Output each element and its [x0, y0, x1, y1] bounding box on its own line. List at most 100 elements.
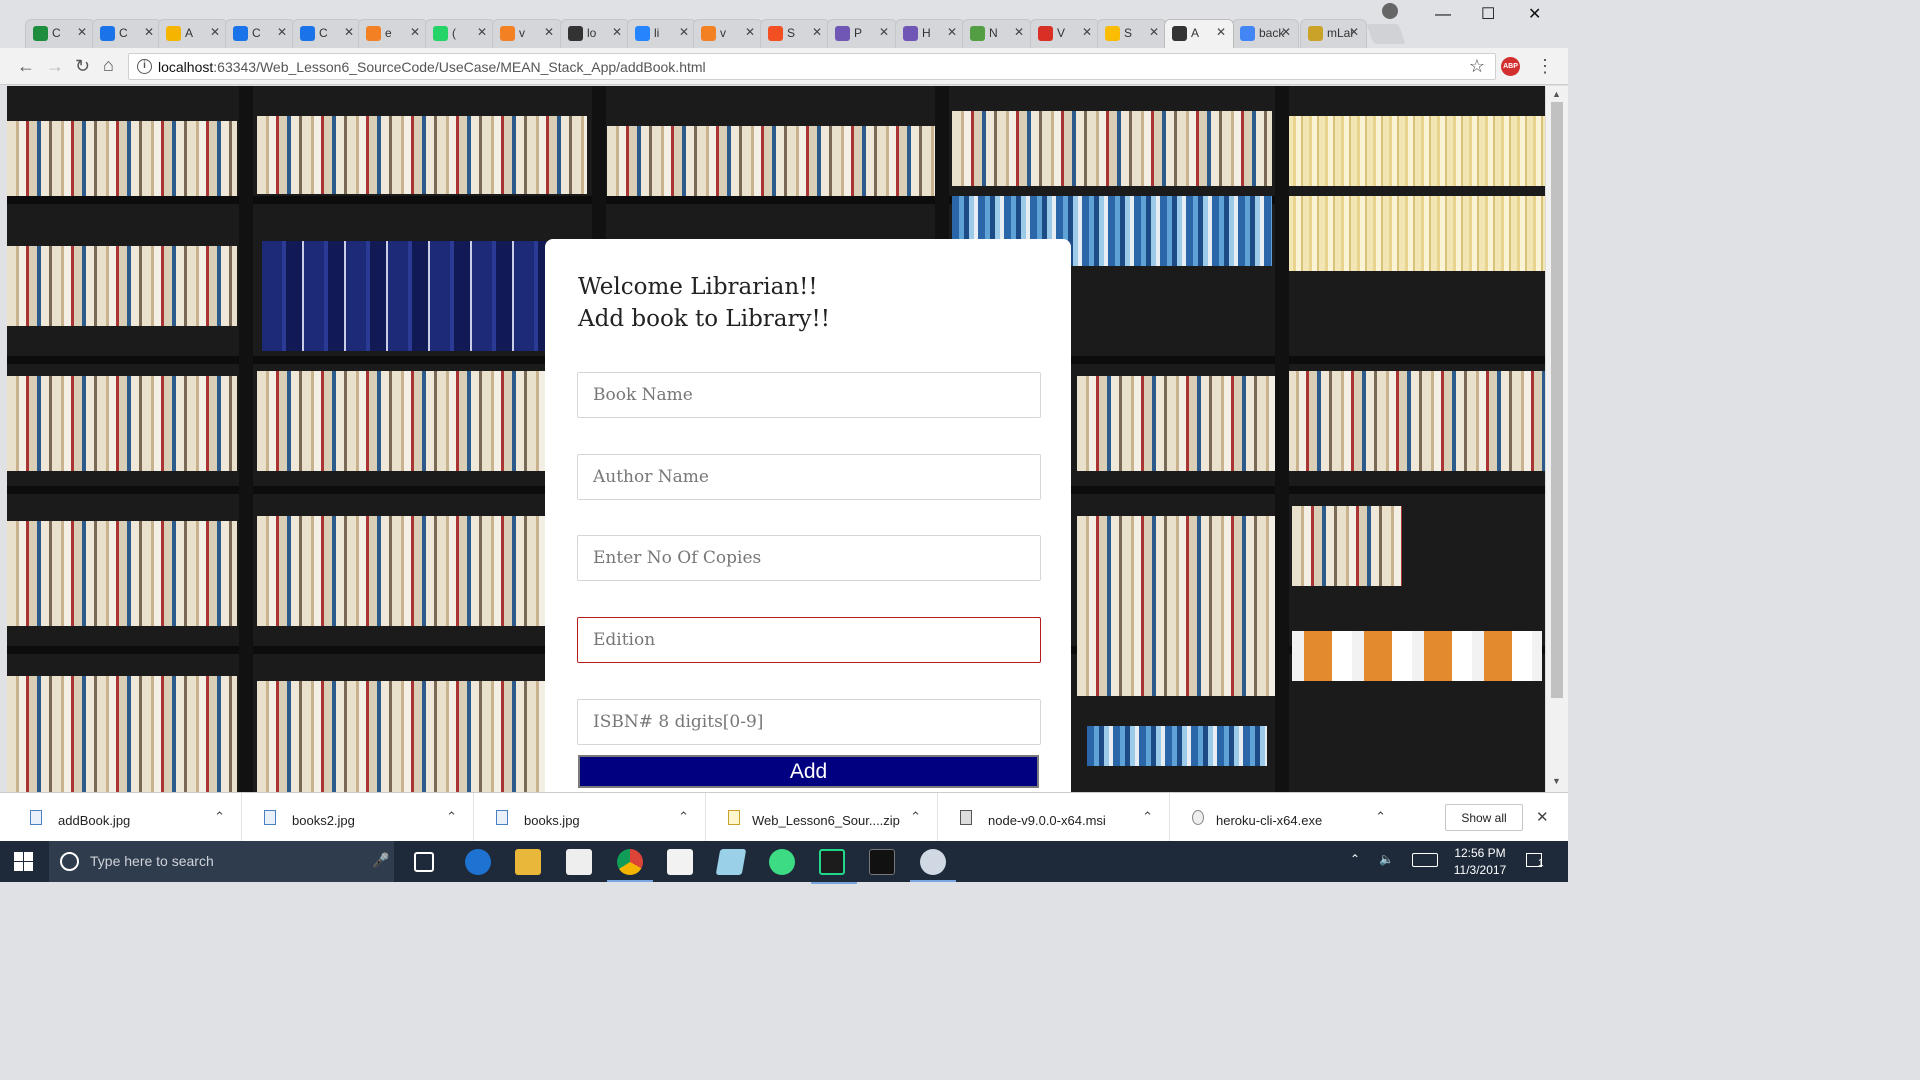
- maximize-icon[interactable]: ☐: [1481, 4, 1495, 24]
- close-tab-icon[interactable]: ✕: [812, 25, 822, 39]
- address-bar[interactable]: i localhost:63343/Web_Lesson6_SourceCode…: [128, 53, 1496, 80]
- close-tab-icon[interactable]: ✕: [544, 25, 554, 39]
- home-icon[interactable]: ⌂: [103, 55, 114, 76]
- browser-tab[interactable]: S ✕: [1097, 19, 1167, 48]
- chevron-up-icon[interactable]: ⌃: [1375, 809, 1386, 825]
- tab-title: V: [1057, 26, 1066, 40]
- minimize-icon[interactable]: —: [1435, 6, 1451, 24]
- tab-title: A: [1191, 26, 1200, 40]
- webstorm-icon[interactable]: [811, 849, 857, 884]
- browser-tab[interactable]: e ✕: [358, 19, 428, 48]
- paint-icon[interactable]: [910, 849, 956, 882]
- command-prompt-icon[interactable]: [869, 849, 895, 875]
- add-button[interactable]: Add: [578, 755, 1039, 788]
- download-item[interactable]: books2.jpg ⌃: [242, 793, 474, 842]
- download-item[interactable]: addBook.jpg ⌃: [8, 793, 242, 842]
- download-item[interactable]: books.jpg ⌃: [474, 793, 706, 842]
- close-tab-icon[interactable]: ✕: [1216, 25, 1226, 39]
- chevron-up-icon[interactable]: ⌃: [1142, 809, 1153, 825]
- close-tab-icon[interactable]: ✕: [210, 25, 220, 39]
- chevron-up-icon[interactable]: ⌃: [446, 809, 457, 825]
- chevron-up-icon[interactable]: ⌃: [214, 809, 225, 825]
- browser-tab[interactable]: C ✕: [25, 19, 95, 48]
- windows-start-icon[interactable]: [14, 852, 34, 872]
- close-tab-icon[interactable]: ✕: [144, 25, 154, 39]
- bookmark-star-icon[interactable]: ☆: [1469, 56, 1485, 77]
- close-tab-icon[interactable]: ✕: [1349, 25, 1359, 39]
- close-tab-icon[interactable]: ✕: [477, 25, 487, 39]
- page-scrollbar[interactable]: ▲ ▼: [1545, 86, 1568, 792]
- browser-tab[interactable]: back ✕: [1232, 19, 1299, 48]
- notes-app-icon[interactable]: [715, 849, 747, 875]
- site-info-icon[interactable]: i: [137, 59, 152, 74]
- android-studio-icon[interactable]: [769, 849, 795, 875]
- book-name-input[interactable]: [577, 372, 1041, 418]
- download-item[interactable]: heroku-cli-x64.exe ⌃: [1170, 793, 1402, 842]
- chevron-up-icon[interactable]: ⌃: [910, 809, 921, 825]
- close-download-shelf-icon[interactable]: ✕: [1536, 808, 1549, 826]
- download-item[interactable]: Web_Lesson6_Sour....zip ⌃: [706, 793, 938, 842]
- task-view-icon[interactable]: [414, 852, 434, 872]
- close-tab-icon[interactable]: ✕: [410, 25, 420, 39]
- browser-tab[interactable]: C ✕: [292, 19, 362, 48]
- close-tab-icon[interactable]: ✕: [344, 25, 354, 39]
- close-tab-icon[interactable]: ✕: [1149, 25, 1159, 39]
- download-item[interactable]: node-v9.0.0-x64.msi ⌃: [938, 793, 1170, 842]
- adblock-extension-icon[interactable]: ABP: [1501, 57, 1520, 76]
- browser-tab[interactable]: C ✕: [225, 19, 295, 48]
- browser-tab[interactable]: mLal ✕: [1300, 19, 1367, 48]
- close-tab-icon[interactable]: ✕: [947, 25, 957, 39]
- browser-tab[interactable]: H ✕: [895, 19, 965, 48]
- close-tab-icon[interactable]: ✕: [1281, 25, 1291, 39]
- volume-icon[interactable]: 🔈: [1379, 852, 1394, 866]
- browser-tab[interactable]: (✕: [425, 19, 495, 48]
- file-explorer-icon[interactable]: [515, 849, 541, 875]
- url-text[interactable]: localhost:63343/Web_Lesson6_SourceCode/U…: [158, 59, 706, 75]
- browser-tab[interactable]: P ✕: [827, 19, 897, 48]
- notifications-icon[interactable]: 1: [1526, 853, 1544, 869]
- close-tab-icon[interactable]: ✕: [679, 25, 689, 39]
- chrome-icon[interactable]: [607, 849, 653, 882]
- copies-input[interactable]: [577, 535, 1041, 581]
- store-icon[interactable]: [566, 849, 592, 875]
- reload-icon[interactable]: ↻: [75, 56, 90, 77]
- chevron-up-icon[interactable]: ⌃: [678, 809, 689, 825]
- browser-tab[interactable]: C ✕: [92, 19, 162, 48]
- keyboard-icon[interactable]: [1412, 853, 1438, 867]
- browser-tab[interactable]: A ✕: [1164, 19, 1234, 48]
- browser-tab[interactable]: S ✕: [760, 19, 830, 48]
- close-window-icon[interactable]: ✕: [1528, 4, 1541, 24]
- author-name-input[interactable]: [577, 454, 1041, 500]
- browser-tab[interactable]: N ✕: [962, 19, 1032, 48]
- forward-icon[interactable]: →: [46, 56, 64, 77]
- browser-tab[interactable]: v ✕: [492, 19, 562, 48]
- microphone-icon[interactable]: 🎤: [372, 852, 389, 869]
- taskbar-search-box[interactable]: Type here to search 🎤: [49, 841, 394, 882]
- edition-input[interactable]: [577, 617, 1041, 663]
- edge-browser-icon[interactable]: [465, 849, 491, 875]
- close-tab-icon[interactable]: ✕: [612, 25, 622, 39]
- new-tab-button[interactable]: [1366, 24, 1406, 44]
- chevron-up-icon[interactable]: ⌃: [1350, 852, 1360, 866]
- browser-tab[interactable]: lo ✕: [560, 19, 630, 48]
- close-tab-icon[interactable]: ✕: [77, 25, 87, 39]
- isbn-input[interactable]: [577, 699, 1041, 745]
- close-tab-icon[interactable]: ✕: [879, 25, 889, 39]
- browser-tab[interactable]: v ✕: [693, 19, 763, 48]
- browser-menu-icon[interactable]: ⋮: [1536, 56, 1554, 77]
- browser-tab[interactable]: V ✕: [1030, 19, 1100, 48]
- close-tab-icon[interactable]: ✕: [1082, 25, 1092, 39]
- browser-tab[interactable]: li ✕: [627, 19, 697, 48]
- close-tab-icon[interactable]: ✕: [277, 25, 287, 39]
- profile-icon[interactable]: [1382, 3, 1398, 19]
- close-tab-icon[interactable]: ✕: [745, 25, 755, 39]
- browser-tab[interactable]: A ✕: [158, 19, 228, 48]
- close-tab-icon[interactable]: ✕: [1014, 25, 1024, 39]
- back-icon[interactable]: ←: [17, 56, 35, 77]
- scroll-down-icon[interactable]: ▼: [1552, 776, 1561, 786]
- mail-icon[interactable]: [667, 849, 693, 875]
- show-all-downloads-button[interactable]: Show all: [1445, 804, 1523, 831]
- taskbar-clock[interactable]: 12:56 PM 11/3/2017: [1449, 845, 1511, 879]
- scrollbar-thumb[interactable]: [1551, 102, 1563, 698]
- scroll-up-icon[interactable]: ▲: [1552, 89, 1561, 99]
